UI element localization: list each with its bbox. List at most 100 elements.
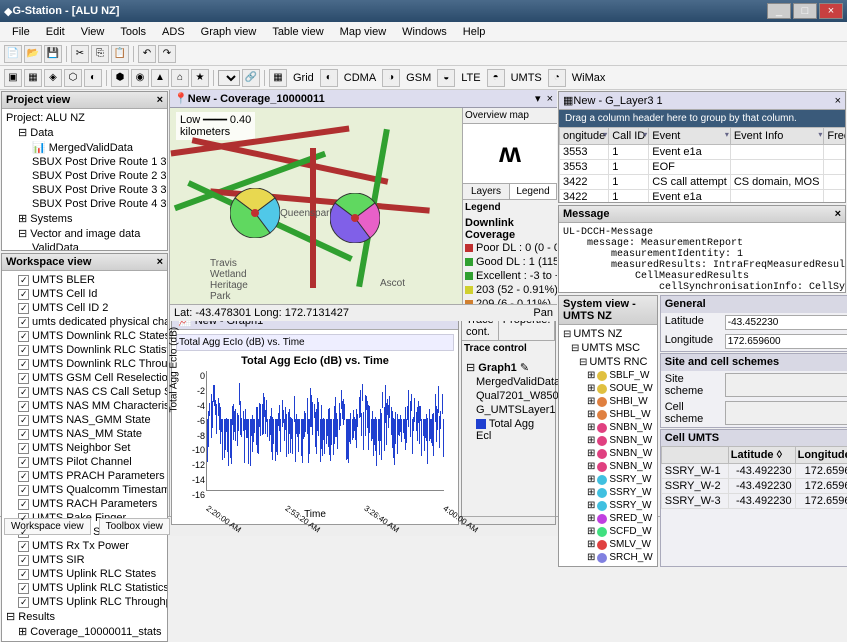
table-row[interactable]: SSRY_W-3-43.492230172.659600 — [661, 494, 847, 509]
checkbox-icon[interactable] — [18, 317, 29, 328]
column-header[interactable]: Call ID▾ — [609, 128, 649, 145]
close-icon[interactable]: × — [835, 208, 841, 220]
message-body[interactable]: UL-DCCH-Message message: MeasurementRepo… — [559, 223, 845, 292]
layer-tab[interactable]: ▦ New - G_Layer3 1× — [559, 92, 845, 110]
workspace-item[interactable]: UMTS Neighbor Set — [4, 441, 165, 455]
column-header[interactable]: Event Info▾ — [730, 128, 824, 145]
table-row[interactable]: 35531Event e1a — [560, 145, 846, 160]
grid-icon[interactable]: ▦ — [269, 69, 287, 87]
workspace-item[interactable]: UMTS Rx Tx Power — [4, 539, 165, 553]
system-cell-item[interactable]: ⊞ SSRY_W — [561, 486, 655, 499]
checkbox-icon[interactable] — [18, 387, 29, 398]
system-cell-item[interactable]: ⊞ SHBL_W — [561, 408, 655, 421]
tree-route[interactable]: SBUX Post Drive Route 3 31-08-2010 3 — [4, 183, 165, 197]
workspace-item[interactable]: UMTS SIR — [4, 553, 165, 567]
trace-item[interactable]: MergedValidData — [466, 375, 551, 389]
sys-root[interactable]: ⊟ UMTS NZ — [561, 327, 655, 341]
tb2-btn[interactable]: ◈ — [44, 69, 62, 87]
copy-icon[interactable]: ⎘ — [91, 45, 109, 63]
tree-vector[interactable]: ⊟ Vector and image data — [4, 226, 165, 241]
workspace-item[interactable]: UMTS NAS_GMM State — [4, 413, 165, 427]
workspace-item[interactable]: umts dedicated physical chann — [4, 315, 165, 329]
open-icon[interactable]: 📂 — [24, 45, 42, 63]
workspace-item[interactable]: UMTS Uplink RLC Throughput — [4, 595, 165, 609]
tb2-btn[interactable]: ▦ — [24, 69, 42, 87]
tree-results[interactable]: ⊟ Results — [4, 609, 165, 624]
project-tree[interactable]: Project: ALU NZ ⊟ Data 📊 MergedValidData… — [2, 109, 167, 250]
workspace-item[interactable]: UMTS Uplink RLC Statistics — [4, 581, 165, 595]
map-dropdown-icon[interactable]: ▾ — [535, 92, 541, 105]
system-cell-item[interactable]: ⊞ SSRY_W — [561, 473, 655, 486]
system-tree[interactable]: ⊟ UMTS NZ ⊟ UMTS MSC ⊟ UMTS RNC ⊞ SBLF_W… — [559, 325, 657, 566]
workspace-tree[interactable]: UMTS BLERUMTS Cell IdUMTS Cell ID 2umts … — [2, 271, 167, 641]
workspace-item[interactable]: UMTS PRACH Parameters — [4, 469, 165, 483]
workspace-item[interactable]: UMTS Pilot Channel — [4, 455, 165, 469]
system-cell-item[interactable]: ⊞ SSRY_W — [561, 499, 655, 512]
checkbox-icon[interactable] — [18, 415, 29, 426]
checkbox-icon[interactable] — [18, 527, 29, 538]
checkbox-icon[interactable] — [18, 275, 29, 286]
workspace-item[interactable]: UMTS BLER — [4, 273, 165, 287]
table-row[interactable]: 35531EOF — [560, 160, 846, 175]
system-cell-item[interactable]: ⊞ SRED_W — [561, 512, 655, 525]
close-icon[interactable]: × — [157, 256, 163, 268]
tree-systems[interactable]: ⊞ Systems — [4, 211, 165, 226]
lte-icon[interactable]: ◒ — [437, 69, 455, 87]
tb2-connect-icon[interactable]: 🔗 — [242, 69, 260, 87]
chart-plot[interactable]: 0-2-4-6-8-10-12-14-162:20:00 AM2:53:20 A… — [206, 371, 444, 491]
workspace-item[interactable]: UMTS Qualcomm Timestamp — [4, 483, 165, 497]
filter-icon[interactable]: ▾ — [818, 130, 822, 139]
tb2-btn[interactable]: ▣ — [4, 69, 22, 87]
column-header[interactable]: Event▾ — [649, 128, 731, 145]
checkbox-icon[interactable] — [18, 373, 29, 384]
tb2-btn[interactable]: ⬡ — [64, 69, 82, 87]
checkbox-icon[interactable] — [18, 401, 29, 412]
workspace-item[interactable]: UMTS Uplink RLC States — [4, 567, 165, 581]
minimize-button[interactable]: _ — [767, 3, 791, 19]
redo-icon[interactable]: ↷ — [158, 45, 176, 63]
tb2-btn[interactable]: ⬢ — [111, 69, 129, 87]
tree-route[interactable]: SBUX Post Drive Route 1 31-08-2010 2 — [4, 155, 165, 169]
checkbox-icon[interactable] — [18, 303, 29, 314]
workspace-item[interactable]: UMTS NAS MM Characteristics — [4, 399, 165, 413]
menu-file[interactable]: File — [4, 24, 38, 40]
workspace-item[interactable]: UMTS NAS CS Call Setup State — [4, 385, 165, 399]
table-row[interactable]: 34221CS call attemptCS domain, MOS — [560, 175, 846, 190]
checkbox-icon[interactable] — [18, 541, 29, 552]
workspace-item[interactable]: UMTS Cell Id — [4, 287, 165, 301]
column-header[interactable]: Frequency B▾ — [824, 128, 845, 145]
checkbox-icon[interactable] — [18, 499, 29, 510]
workspace-item[interactable]: UMTS Downlink RLC Throughpu — [4, 357, 165, 371]
system-cell-item[interactable]: ⊞ SNBN_W — [561, 434, 655, 447]
cell-sector-icon[interactable] — [330, 193, 380, 243]
wimax-icon[interactable]: ◔ — [548, 69, 566, 87]
checkbox-icon[interactable] — [18, 583, 29, 594]
trace-graph-name[interactable]: ⊟ Graph1 ✎ — [466, 360, 551, 375]
tab-layers[interactable]: Layers — [463, 184, 510, 199]
statusbar-toolbox-tab[interactable]: Toolbox view — [99, 518, 170, 535]
tb2-btn[interactable]: ▲ — [151, 69, 169, 87]
tree-validdata[interactable]: ValidData — [4, 241, 165, 250]
close-button[interactable]: × — [819, 3, 843, 19]
grid-group-bar[interactable]: Drag a column header here to group by th… — [559, 110, 845, 127]
paste-icon[interactable]: 📋 — [111, 45, 129, 63]
system-cell-item[interactable]: ⊞ SOUE_W — [561, 382, 655, 395]
column-header[interactable]: Longitude ◊ — [795, 447, 847, 464]
cell-umts-table[interactable]: Latitude ◊Longitude ◊ SSRY_W-1-43.492230… — [661, 446, 847, 509]
checkbox-icon[interactable] — [18, 569, 29, 580]
tb2-combo[interactable] — [218, 70, 240, 86]
checkbox-icon[interactable] — [18, 471, 29, 482]
checkbox-icon[interactable] — [18, 457, 29, 468]
menu-ads[interactable]: ADS — [154, 24, 193, 40]
menu-graphview[interactable]: Graph view — [193, 24, 265, 40]
cell-sector-icon[interactable] — [230, 188, 280, 238]
trace-item[interactable]: G_UMTSLayer1 — [466, 403, 551, 417]
menu-tools[interactable]: Tools — [112, 24, 154, 40]
filter-icon[interactable]: ▾ — [725, 130, 729, 139]
sys-msc[interactable]: ⊟ UMTS MSC — [561, 341, 655, 355]
new-icon[interactable]: 📄 — [4, 45, 22, 63]
map-canvas[interactable]: Low ━━━━ 0.40 kilometers Queenspark Trav… — [170, 108, 462, 304]
system-cell-item[interactable]: ⊞ SBLF_W — [561, 369, 655, 382]
statusbar-workspace-tab[interactable]: Workspace view — [4, 518, 91, 535]
filter-icon[interactable]: ▾ — [603, 130, 607, 139]
